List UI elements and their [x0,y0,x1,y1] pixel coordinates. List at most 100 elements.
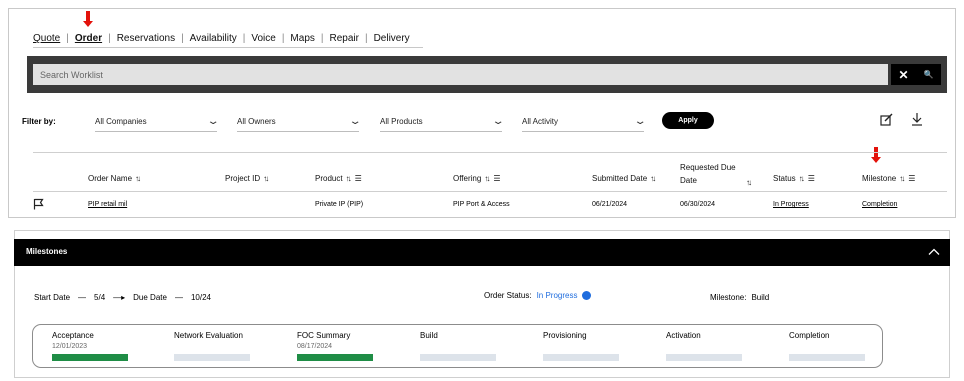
tab-reservations[interactable]: Reservations [117,33,175,44]
order-status: Order Status: In Progress [484,291,592,300]
stage-progress-bar [666,354,742,361]
offering-cell: PIP Port & Access [453,201,510,208]
stage-name: Build [420,331,438,340]
current-milestone: Milestone: Build [710,293,769,302]
stage-name: Completion [789,331,830,340]
tab-maps[interactable]: Maps [290,33,314,44]
stage-name: Activation [666,331,701,340]
chevron-down-icon: ⌄ [348,115,362,127]
milestones-title: Milestones [26,247,68,256]
filter-icon[interactable]: ☰ [808,174,815,183]
sort-icon[interactable]: ↑↓ [799,174,805,183]
tab-order[interactable]: Order [75,33,102,44]
tab-delivery[interactable]: Delivery [374,33,410,44]
dropdown-value: All Companies [95,116,147,126]
tab-separator: | [281,33,285,44]
edit-icon[interactable] [880,113,893,126]
arrow-right-icon: —▸ [113,293,126,302]
filter-icon[interactable]: ☰ [493,174,500,183]
chevron-up-icon[interactable] [928,247,940,257]
sort-icon[interactable]: ↑↓ [263,174,269,183]
table-header-rule [33,191,947,192]
milestone-link[interactable]: Completion [862,201,897,208]
status-link[interactable]: In Progress [773,201,809,208]
col-project-id[interactable]: Project ID ↑↓ [225,174,269,183]
col-order-name[interactable]: Order Name ↑↓ [88,174,141,183]
tab-bar: Quote | Order | Reservations | Availabil… [33,33,410,44]
col-product[interactable]: Product ↑↓ ☰ [315,174,362,183]
filter-icon[interactable]: ☰ [355,174,362,183]
sort-icon[interactable]: ↑↓ [899,174,905,183]
tab-separator: | [66,33,69,44]
search-icon[interactable]: 🔍 [924,70,934,79]
search-input[interactable] [33,64,888,85]
owners-dropdown[interactable]: All Owners ⌄ [237,111,362,132]
order-name-link[interactable]: PIP retail mil [88,201,127,208]
tab-voice[interactable]: Voice [251,33,275,44]
search-bar: ✕ 🔍 [27,56,947,93]
stage-completion: Completion [789,331,867,361]
stage-date [789,343,867,352]
tab-availability[interactable]: Availability [190,33,237,44]
milestones-header[interactable]: Milestones [14,239,950,266]
stage-date: 08/17/2024 [297,343,333,350]
tab-separator: | [320,33,324,44]
sort-icon[interactable]: ↑↓ [650,174,656,183]
stage-progress-bar [420,354,496,361]
annotation-arrow-icon [871,147,881,163]
start-date-value: 5/4 [94,293,106,302]
download-icon[interactable] [911,112,923,126]
stage-progress-bar [789,354,865,361]
chevron-down-icon: ⌄ [206,115,220,127]
sort-icon[interactable]: ↑↓ [484,174,490,183]
stage-progress-bar [543,354,619,361]
stage-date [543,343,621,352]
col-submitted-date[interactable]: Submitted Date ↑↓ [592,174,656,183]
col-label: Milestone [862,174,897,183]
tab-divider [33,47,423,48]
col-label: Requested Due Date [680,163,736,185]
order-status-value: In Progress [536,291,578,300]
date-range: Start Date — 5/4 —▸ Due Date — 10/24 [34,293,211,302]
due-date-value: 10/24 [190,293,211,302]
clear-search-icon[interactable]: ✕ [898,68,908,82]
due-date-cell: 06/30/2024 [680,201,716,208]
sort-icon[interactable]: ↑↓ [346,174,352,183]
tab-separator: | [242,33,246,44]
col-milestone[interactable]: Milestone ↑↓ ☰ [862,174,915,183]
apply-button[interactable]: Apply [662,112,714,129]
chevron-down-icon: ⌄ [491,115,505,127]
order-status-label: Order Status: [484,291,532,300]
col-offering[interactable]: Offering ↑↓ ☰ [453,174,500,183]
dash: — [174,293,183,302]
stage-activation: Activation [666,331,744,361]
col-requested-due-date[interactable]: Requested Due Date ↑↓ [680,161,752,187]
stage-network-evaluation: Network Evaluation [174,331,252,361]
stage-progress-bar [52,354,128,361]
products-dropdown[interactable]: All Products ⌄ [380,111,505,132]
col-status[interactable]: Status ↑↓ ☰ [773,174,815,183]
due-date-label: Due Date [133,293,167,302]
stage-foc-summary: FOC Summary 08/17/2024 [297,331,375,361]
stage-name: Network Evaluation [174,331,243,340]
tab-repair[interactable]: Repair [329,33,358,44]
chevron-down-icon: ⌄ [633,115,647,127]
stage-date [666,343,744,352]
stage-name: Provisioning [543,331,587,340]
stage-progress-bar [297,354,373,361]
dropdown-value: All Products [380,116,423,126]
col-label: Submitted Date [592,174,648,183]
filter-icon[interactable]: ☰ [908,174,915,183]
tab-quote[interactable]: Quote [33,33,60,44]
tab-separator: | [364,33,368,44]
table-top-rule [33,152,947,153]
stage-progress-bar [174,354,250,361]
stage-name: Acceptance [52,331,94,340]
tab-separator: | [181,33,184,44]
col-label: Status [773,174,796,183]
sort-icon[interactable]: ↑↓ [135,174,141,183]
companies-dropdown[interactable]: All Companies ⌄ [95,111,220,132]
sort-icon[interactable]: ↑↓ [746,178,752,187]
activity-dropdown[interactable]: All Activity ⌄ [522,111,647,132]
flag-icon[interactable] [33,198,44,210]
